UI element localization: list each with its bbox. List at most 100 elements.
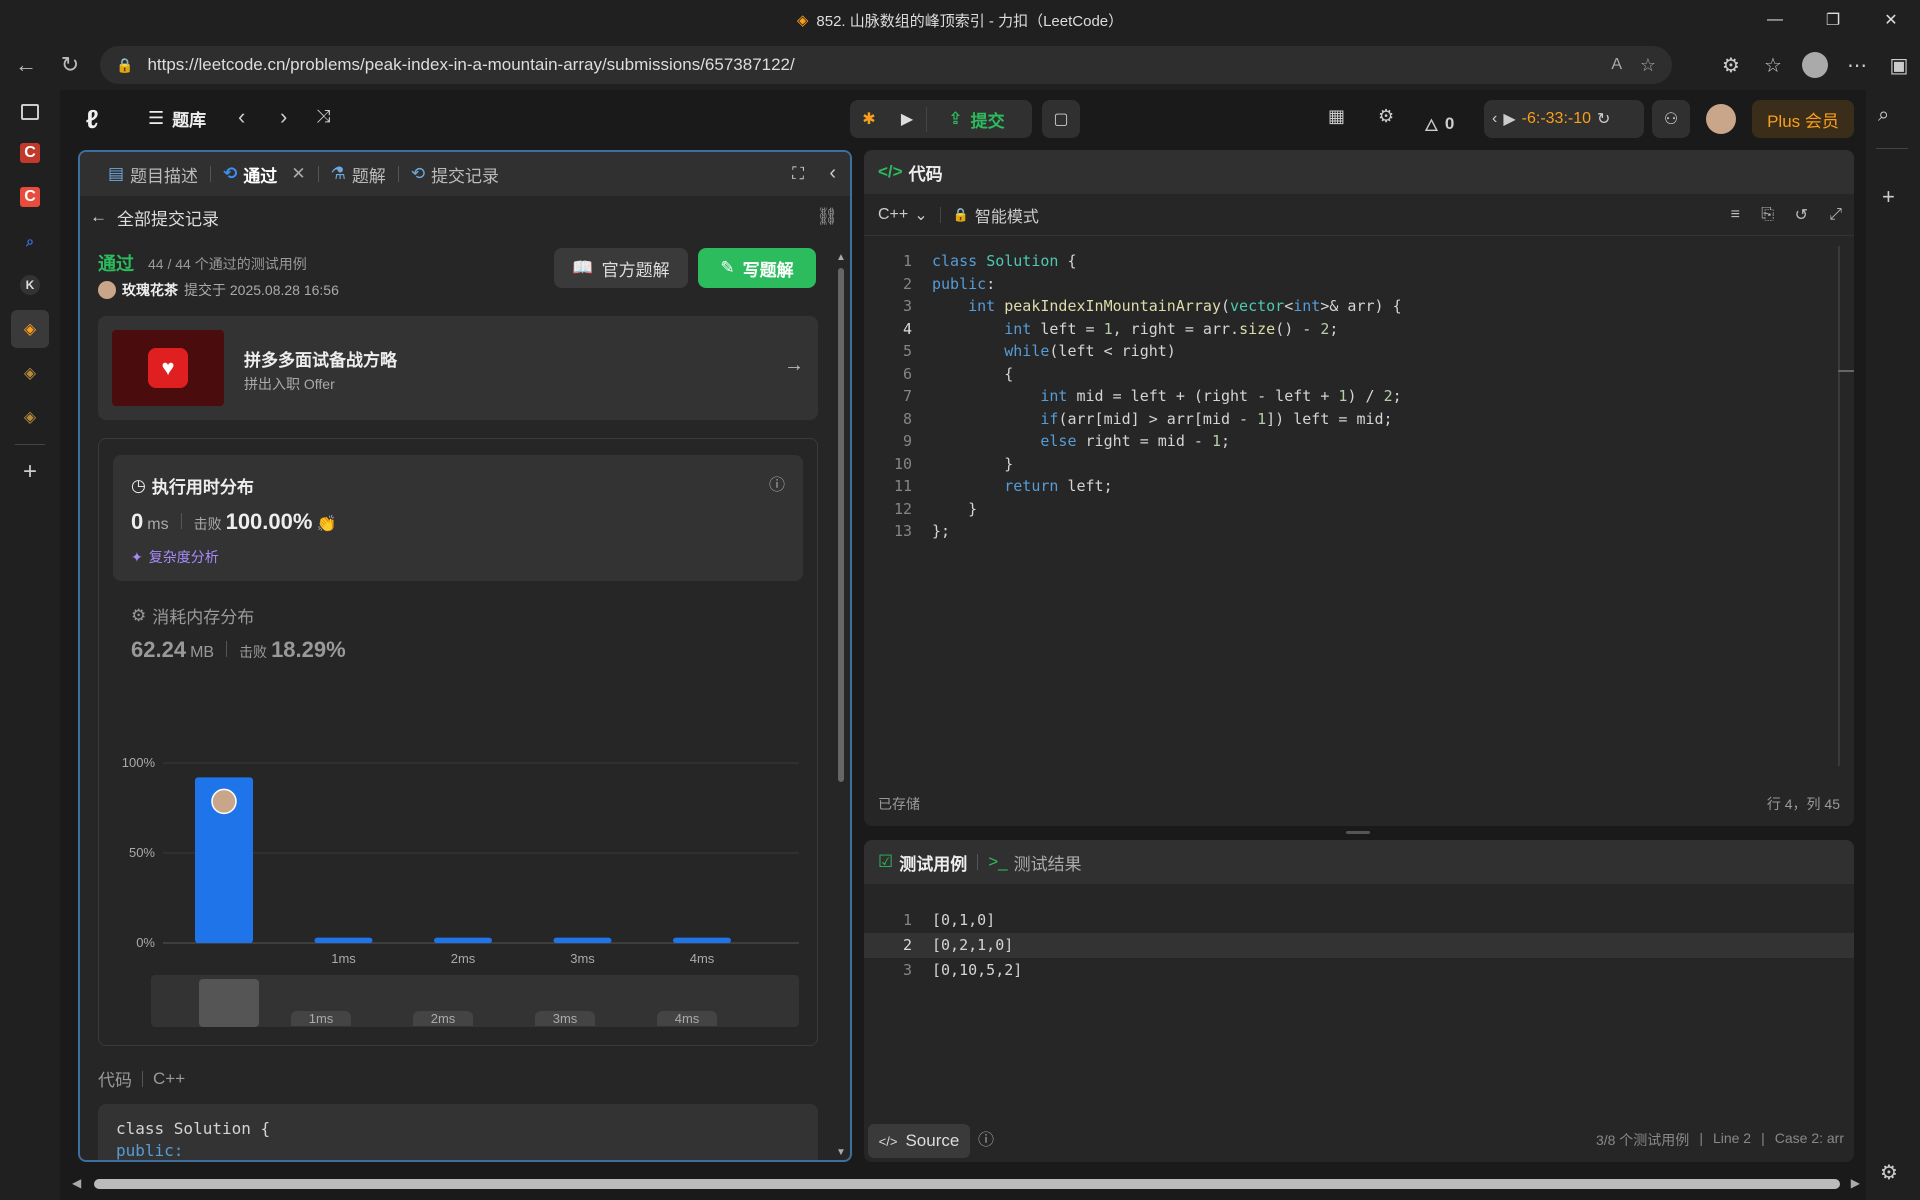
add-icon[interactable]: + bbox=[1882, 184, 1895, 210]
promo-banner[interactable]: ♥ 拼多多面试备战方略 拼出入职 Offer → bbox=[98, 316, 818, 420]
settings-icon[interactable]: ⚙ bbox=[1378, 106, 1394, 127]
chart-bar[interactable] bbox=[314, 937, 373, 943]
testcase-line[interactable]: 2 [0,2,1,0] bbox=[864, 933, 1854, 958]
favorite-star-icon[interactable]: ☆ bbox=[1640, 55, 1656, 76]
profile-icon[interactable] bbox=[1794, 45, 1836, 85]
search-icon[interactable]: ⌕ bbox=[1878, 104, 1889, 127]
tab-solutions[interactable]: ⚗ 题解 bbox=[319, 162, 398, 187]
official-solution-button[interactable]: 📖 官方题解 bbox=[554, 248, 688, 288]
address-bar[interactable]: 🔒 https://leetcode.cn/problems/peak-inde… bbox=[100, 46, 1672, 84]
expand-icon[interactable]: ⛶ bbox=[792, 164, 804, 184]
minimize-button[interactable]: — bbox=[1746, 0, 1804, 40]
tab-accepted[interactable]: ⟲ 通过 ✕ bbox=[211, 162, 318, 187]
search-small-icon[interactable]: ⌕ bbox=[11, 222, 49, 260]
invite-icon[interactable]: ⚇ bbox=[1652, 100, 1690, 138]
code-area[interactable]: 1 class Solution {2 public: 3 int peakIndex… bbox=[864, 246, 1854, 766]
refresh-button[interactable]: ↻ bbox=[50, 45, 90, 85]
write-solution-button[interactable]: ✎ 写题解 bbox=[698, 248, 816, 288]
fullscreen-icon[interactable]: ⤢ bbox=[1829, 206, 1842, 224]
code-line[interactable]: 12 } bbox=[864, 498, 1854, 521]
help-icon[interactable]: ⓘ bbox=[978, 1126, 994, 1150]
x-tick-label: 4ms bbox=[690, 951, 715, 966]
language-select[interactable]: C++ ⌄ bbox=[878, 205, 928, 225]
code-line[interactable]: 11 return left; bbox=[864, 475, 1854, 498]
settings-icon[interactable]: ⚙ bbox=[1880, 1160, 1898, 1185]
run-button[interactable]: ▶ bbox=[888, 109, 926, 129]
code-line[interactable]: 13}; bbox=[864, 520, 1854, 543]
scrubber-handle[interactable] bbox=[199, 979, 259, 1027]
back-arrow-icon[interactable]: ← bbox=[90, 207, 107, 227]
testcase-editor[interactable]: 1 [0,1,0] 2 [0,2,1,0] 3 [0,10,5,2] bbox=[864, 908, 1854, 988]
bookmark-icon[interactable]: ⎘ bbox=[1761, 206, 1774, 224]
code-line[interactable]: 2 public: bbox=[864, 273, 1854, 296]
close-window-button[interactable]: ✕ bbox=[1862, 0, 1920, 40]
note-button[interactable]: ▢ bbox=[1042, 100, 1080, 138]
code-line[interactable]: 8 if(arr[mid] > arr[mid - 1]) left = mid… bbox=[864, 408, 1854, 431]
code-line[interactable]: 3 int peakIndexInMountainArray(vector<in… bbox=[864, 295, 1854, 318]
horizontal-scrollbar[interactable]: ◀ ▶ bbox=[66, 1174, 1866, 1194]
tab-submissions[interactable]: ⟲ 提交记录 bbox=[399, 162, 511, 187]
runtime-box[interactable]: ◷ 执行用时分布 ⓘ 0 ms 击败 100.00% 👏 ✦ 复杂度分析 bbox=[113, 455, 803, 581]
tabs-icon[interactable] bbox=[21, 104, 39, 120]
complexity-link[interactable]: 复杂度分析 bbox=[149, 547, 219, 567]
tab-testcases[interactable]: ☑ 测试用例 bbox=[878, 850, 967, 875]
c-orange-icon[interactable]: C bbox=[11, 178, 49, 216]
chart-bar[interactable] bbox=[553, 937, 612, 943]
all-submissions-link[interactable]: 全部提交记录 bbox=[117, 205, 219, 230]
username[interactable]: 玫瑰花茶 bbox=[122, 280, 178, 300]
code-line[interactable]: 7 int mid = left + (right - left + 1) / … bbox=[864, 385, 1854, 408]
layout-icon[interactable]: ▦ bbox=[1328, 106, 1345, 127]
streak-counter[interactable]: 🜂 0 bbox=[1424, 106, 1454, 141]
leetcode-icon-3[interactable]: ◈ bbox=[11, 398, 49, 436]
reset-code-icon[interactable]: ↺ bbox=[1795, 205, 1808, 225]
close-tab-icon[interactable]: ✕ bbox=[291, 164, 305, 184]
info-icon[interactable]: ⓘ bbox=[769, 471, 785, 495]
leetcode-icon[interactable]: ◈ bbox=[11, 310, 49, 348]
extensions-icon[interactable]: ⚙ bbox=[1710, 45, 1752, 85]
back-button[interactable]: ← bbox=[6, 45, 46, 85]
problem-list-button[interactable]: ☰ 题库 bbox=[148, 106, 206, 131]
plus-membership-button[interactable]: Plus 会员 bbox=[1752, 100, 1854, 138]
play-icon[interactable]: ▶ bbox=[1503, 109, 1515, 129]
format-icon[interactable]: ≡ bbox=[1731, 206, 1740, 224]
chart-bar[interactable] bbox=[673, 937, 731, 943]
collapse-icon[interactable]: ‹ bbox=[829, 162, 836, 185]
panel-resizer[interactable] bbox=[1346, 831, 1370, 834]
leetcode-logo[interactable]: ℓ bbox=[86, 104, 99, 135]
code-line[interactable]: 5 while(left < right) bbox=[864, 340, 1854, 363]
submit-button[interactable]: ⇪ 提交 bbox=[926, 106, 1026, 132]
k-icon[interactable]: K bbox=[11, 266, 49, 304]
left-scrollbar[interactable]: ▲ ▼ bbox=[836, 252, 846, 1158]
read-aloud-icon[interactable]: A bbox=[1611, 56, 1622, 74]
tab-description[interactable]: ▤ 题目描述 bbox=[96, 162, 210, 187]
add-icon[interactable]: + bbox=[11, 453, 49, 491]
code-line[interactable]: 6 { bbox=[864, 363, 1854, 386]
prev-problem-button[interactable]: ‹ bbox=[238, 104, 245, 130]
testcase-line[interactable]: 3 [0,10,5,2] bbox=[864, 958, 1854, 983]
link-icon[interactable]: ⛓ bbox=[816, 207, 838, 227]
tab-test-results[interactable]: >_ 测试结果 bbox=[988, 850, 1081, 875]
restore-button[interactable]: ❐ bbox=[1804, 0, 1862, 40]
more-icon[interactable]: ⋯ bbox=[1836, 45, 1878, 85]
chevron-left-icon[interactable]: ‹ bbox=[1492, 110, 1497, 128]
smart-mode-toggle[interactable]: 🔒 智能模式 bbox=[953, 203, 1039, 227]
reset-icon[interactable]: ↻ bbox=[1597, 109, 1610, 129]
code-line[interactable]: 4 int left = 1, right = arr.size() - 2; bbox=[864, 318, 1854, 341]
avatar[interactable] bbox=[1706, 104, 1736, 134]
sidebar-toggle-icon[interactable]: ▣ bbox=[1878, 45, 1920, 85]
shuffle-icon[interactable]: ⤨ bbox=[316, 106, 330, 127]
next-problem-button[interactable]: › bbox=[280, 104, 287, 130]
debug-icon[interactable]: ✱ bbox=[850, 109, 888, 129]
chart-bar[interactable] bbox=[434, 937, 492, 943]
chart-scrubber[interactable]: 1ms 2ms 3ms 4ms bbox=[151, 975, 799, 1027]
favorites-icon[interactable]: ☆ bbox=[1752, 45, 1794, 85]
source-button[interactable]: </> Source bbox=[868, 1124, 970, 1158]
code-line[interactable]: 1 class Solution { bbox=[864, 250, 1854, 273]
leetcode-icon-2[interactable]: ◈ bbox=[11, 354, 49, 392]
c-red-icon[interactable]: C bbox=[11, 134, 49, 172]
testcase-line[interactable]: 1 [0,1,0] bbox=[864, 908, 1854, 933]
editor-vscroll[interactable] bbox=[1838, 246, 1840, 766]
code-line[interactable]: 10 } bbox=[864, 453, 1854, 476]
code-line[interactable]: 9 else right = mid - 1; bbox=[864, 430, 1854, 453]
url-text[interactable]: https://leetcode.cn/problems/peak-index-… bbox=[147, 55, 794, 75]
